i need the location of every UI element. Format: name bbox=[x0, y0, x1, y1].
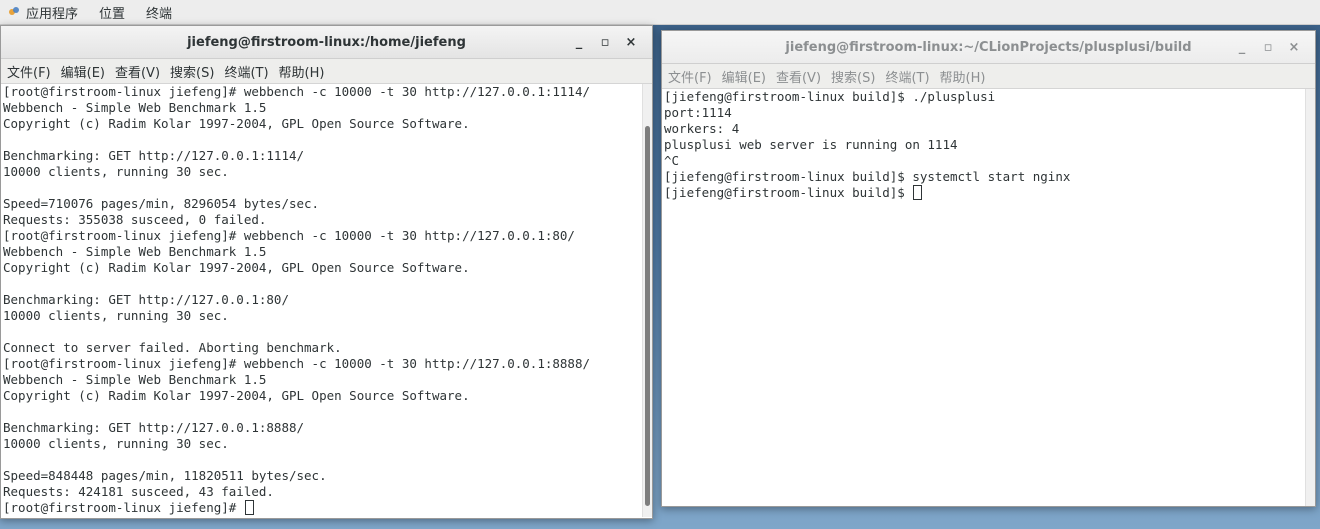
window-title: jiefeng@firstroom-linux:~/CLionProjects/… bbox=[785, 39, 1192, 55]
terminal-line: plusplusi web server is running on 1114 bbox=[664, 137, 958, 152]
terminal-line: Speed=710076 pages/min, 8296054 bytes/se… bbox=[3, 196, 320, 211]
terminal-line: 10000 clients, running 30 sec. bbox=[3, 308, 229, 323]
applications-menu[interactable]: 应用程序 bbox=[8, 3, 99, 22]
menu-edit[interactable]: 编辑(E) bbox=[722, 67, 766, 86]
terminal-menubar: 文件(F) 编辑(E) 查看(V) 搜索(S) 终端(T) 帮助(H) bbox=[1, 59, 652, 84]
menu-file[interactable]: 文件(F) bbox=[668, 67, 712, 86]
prompt: [root@firstroom-linux jiefeng]# bbox=[3, 500, 244, 515]
terminal-line: workers: 4 bbox=[664, 121, 740, 136]
terminal-line: port:1114 bbox=[664, 105, 732, 120]
menu-edit[interactable]: 编辑(E) bbox=[61, 62, 105, 81]
scrollbar[interactable] bbox=[1305, 89, 1315, 506]
maximize-button[interactable]: ▫ bbox=[1255, 40, 1281, 55]
minimize-button[interactable]: _ bbox=[566, 35, 592, 50]
top-panel: 应用程序 位置 终端 bbox=[0, 0, 1320, 25]
close-button[interactable]: × bbox=[1281, 40, 1307, 55]
menu-file[interactable]: 文件(F) bbox=[7, 62, 51, 81]
text-cursor bbox=[913, 185, 923, 200]
terminal-line: [jiefeng@firstroom-linux build]$ ./plusp… bbox=[664, 89, 996, 104]
terminal-menu[interactable]: 终端 bbox=[146, 3, 172, 22]
scrollbar-thumb[interactable] bbox=[645, 126, 650, 506]
menu-search[interactable]: 搜索(S) bbox=[170, 62, 214, 81]
terminal-line: ^C bbox=[664, 153, 680, 168]
menu-view[interactable]: 查看(V) bbox=[776, 67, 821, 86]
window-titlebar[interactable]: jiefeng@firstroom-linux:~/CLionProjects/… bbox=[662, 31, 1315, 64]
menu-help[interactable]: 帮助(H) bbox=[940, 67, 986, 86]
terminal-line: Webbench - Simple Web Benchmark 1.5 bbox=[3, 100, 267, 115]
menu-terminal[interactable]: 终端(T) bbox=[224, 62, 268, 81]
terminal-line: Speed=848448 pages/min, 11820511 bytes/s… bbox=[3, 468, 327, 483]
window-title: jiefeng@firstroom-linux:/home/jiefeng bbox=[187, 34, 466, 50]
terminal-line: Benchmarking: GET http://127.0.0.1:8888/ bbox=[3, 420, 305, 435]
terminal-line: [root@firstroom-linux jiefeng]# webbench… bbox=[3, 228, 575, 243]
terminal-line: Copyright (c) Radim Kolar 1997-2004, GPL… bbox=[3, 116, 470, 131]
terminal-line: Copyright (c) Radim Kolar 1997-2004, GPL… bbox=[3, 388, 470, 403]
terminal-line: Requests: 424181 susceed, 43 failed. bbox=[3, 484, 274, 499]
minimize-button[interactable]: _ bbox=[1229, 40, 1255, 55]
terminal-line: Requests: 355038 susceed, 0 failed. bbox=[3, 212, 267, 227]
terminal-window-right[interactable]: jiefeng@firstroom-linux:~/CLionProjects/… bbox=[661, 30, 1316, 507]
terminal-line: [root@firstroom-linux jiefeng]# webbench… bbox=[3, 84, 590, 99]
scrollbar[interactable] bbox=[642, 84, 652, 517]
prompt-line: [root@firstroom-linux jiefeng]# bbox=[1, 500, 652, 516]
terminal-line: 10000 clients, running 30 sec. bbox=[3, 436, 229, 451]
menu-help[interactable]: 帮助(H) bbox=[279, 62, 325, 81]
terminal-output[interactable]: [root@firstroom-linux jiefeng]# webbench… bbox=[1, 84, 652, 517]
terminal-line: Benchmarking: GET http://127.0.0.1:80/ bbox=[3, 292, 289, 307]
terminal-line: 10000 clients, running 30 sec. bbox=[3, 164, 229, 179]
terminal-line: Webbench - Simple Web Benchmark 1.5 bbox=[3, 244, 267, 259]
menu-search[interactable]: 搜索(S) bbox=[831, 67, 875, 86]
terminal-line: [root@firstroom-linux jiefeng]# webbench… bbox=[3, 356, 590, 371]
applications-menu-label: 应用程序 bbox=[26, 6, 79, 22]
places-menu[interactable]: 位置 bbox=[99, 3, 125, 22]
applications-icon bbox=[8, 6, 20, 18]
prompt-line: [jiefeng@firstroom-linux build]$ bbox=[662, 185, 1315, 201]
prompt: [jiefeng@firstroom-linux build]$ bbox=[664, 185, 913, 200]
terminal-line: Benchmarking: GET http://127.0.0.1:1114/ bbox=[3, 148, 305, 163]
window-titlebar[interactable]: jiefeng@firstroom-linux:/home/jiefeng _ … bbox=[1, 26, 652, 59]
close-button[interactable]: × bbox=[618, 35, 644, 50]
terminal-menubar: 文件(F) 编辑(E) 查看(V) 搜索(S) 终端(T) 帮助(H) bbox=[662, 64, 1315, 89]
terminal-output[interactable]: [jiefeng@firstroom-linux build]$ ./plusp… bbox=[662, 89, 1315, 506]
menu-view[interactable]: 查看(V) bbox=[115, 62, 160, 81]
terminal-line: [jiefeng@firstroom-linux build]$ systemc… bbox=[664, 169, 1071, 184]
menu-terminal[interactable]: 终端(T) bbox=[885, 67, 929, 86]
terminal-line: Connect to server failed. Aborting bench… bbox=[3, 340, 342, 355]
terminal-line: Copyright (c) Radim Kolar 1997-2004, GPL… bbox=[3, 260, 470, 275]
text-cursor bbox=[244, 500, 254, 515]
terminal-window-left[interactable]: jiefeng@firstroom-linux:/home/jiefeng _ … bbox=[0, 25, 653, 519]
maximize-button[interactable]: ▫ bbox=[592, 35, 618, 50]
terminal-line: Webbench - Simple Web Benchmark 1.5 bbox=[3, 372, 267, 387]
